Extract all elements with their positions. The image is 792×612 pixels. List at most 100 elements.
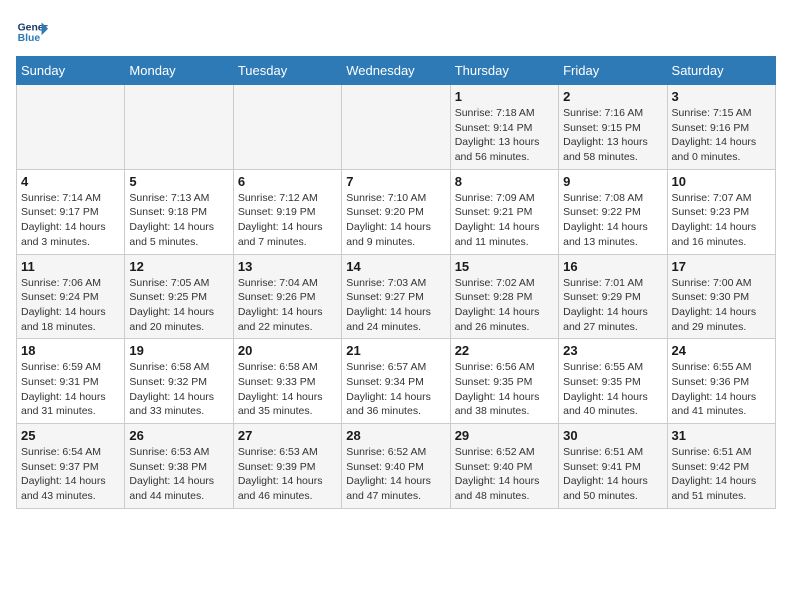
calendar-cell: 9 Sunrise: 7:08 AM Sunset: 9:22 PM Daylig…	[559, 169, 667, 254]
day-info: Sunrise: 6:55 AM Sunset: 9:36 PM Dayligh…	[672, 360, 771, 419]
day-info: Sunrise: 6:53 AM Sunset: 9:38 PM Dayligh…	[129, 445, 228, 504]
day-number: 21	[346, 343, 445, 358]
day-number: 1	[455, 89, 554, 104]
weekday-header: Friday	[559, 57, 667, 85]
day-number: 30	[563, 428, 662, 443]
calendar-cell: 12 Sunrise: 7:05 AM Sunset: 9:25 PM Dayli…	[125, 254, 233, 339]
day-number: 25	[21, 428, 120, 443]
calendar-cell: 3 Sunrise: 7:15 AM Sunset: 9:16 PM Daylig…	[667, 85, 775, 170]
weekday-header: Tuesday	[233, 57, 341, 85]
day-info: Sunrise: 7:09 AM Sunset: 9:21 PM Dayligh…	[455, 191, 554, 250]
weekday-header: Monday	[125, 57, 233, 85]
calendar-week-row: 18Sunrise: 6:59 AM Sunset: 9:31 PM Dayli…	[17, 339, 776, 424]
calendar-cell: 16Sunrise: 7:01 AM Sunset: 9:29 PM Dayli…	[559, 254, 667, 339]
calendar-week-row: 1Sunrise: 7:18 AM Sunset: 9:14 PM Daylig…	[17, 85, 776, 170]
day-info: Sunrise: 6:51 AM Sunset: 9:42 PM Dayligh…	[672, 445, 771, 504]
weekday-header-row: SundayMondayTuesdayWednesdayThursdayFrid…	[17, 57, 776, 85]
day-number: 14	[346, 259, 445, 274]
svg-text:Blue: Blue	[18, 33, 41, 44]
calendar-cell: 24 Sunrise: 6:55 AM Sunset: 9:36 PM Dayli…	[667, 339, 775, 424]
day-info: Sunrise: 6:55 AM Sunset: 9:35 PM Dayligh…	[563, 360, 662, 419]
day-info: Sunrise: 7:15 AM Sunset: 9:16 PM Dayligh…	[672, 106, 771, 165]
calendar-week-row: 25 Sunrise: 6:54 AM Sunset: 9:37 PM Dayli…	[17, 424, 776, 509]
calendar-cell: 28 Sunrise: 6:52 AM Sunset: 9:40 PM Dayli…	[342, 424, 450, 509]
calendar-cell: 11 Sunrise: 7:06 AM Sunset: 9:24 PM Dayli…	[17, 254, 125, 339]
day-info: Sunrise: 6:52 AM Sunset: 9:40 PM Dayligh…	[455, 445, 554, 504]
day-number: 13	[238, 259, 337, 274]
day-info: Sunrise: 6:54 AM Sunset: 9:37 PM Dayligh…	[21, 445, 120, 504]
calendar-cell	[17, 85, 125, 170]
day-info: Sunrise: 7:12 AM Sunset: 9:19 PM Dayligh…	[238, 191, 337, 250]
day-number: 10	[672, 174, 771, 189]
day-info: Sunrise: 7:16 AM Sunset: 9:15 PM Dayligh…	[563, 106, 662, 165]
day-info: Sunrise: 7:08 AM Sunset: 9:22 PM Dayligh…	[563, 191, 662, 250]
day-info: Sunrise: 7:04 AM Sunset: 9:26 PM Dayligh…	[238, 276, 337, 335]
day-number: 8	[455, 174, 554, 189]
day-number: 26	[129, 428, 228, 443]
calendar-cell: 7 Sunrise: 7:10 AM Sunset: 9:20 PM Daylig…	[342, 169, 450, 254]
day-number: 24	[672, 343, 771, 358]
day-info: Sunrise: 6:52 AM Sunset: 9:40 PM Dayligh…	[346, 445, 445, 504]
day-info: Sunrise: 7:06 AM Sunset: 9:24 PM Dayligh…	[21, 276, 120, 335]
day-info: Sunrise: 6:57 AM Sunset: 9:34 PM Dayligh…	[346, 360, 445, 419]
calendar-cell: 25 Sunrise: 6:54 AM Sunset: 9:37 PM Dayli…	[17, 424, 125, 509]
day-number: 28	[346, 428, 445, 443]
calendar-table: SundayMondayTuesdayWednesdayThursdayFrid…	[16, 56, 776, 509]
calendar-week-row: 4 Sunrise: 7:14 AM Sunset: 9:17 PM Daylig…	[17, 169, 776, 254]
day-number: 16	[563, 259, 662, 274]
calendar-cell: 14Sunrise: 7:03 AM Sunset: 9:27 PM Dayli…	[342, 254, 450, 339]
day-number: 5	[129, 174, 228, 189]
day-number: 6	[238, 174, 337, 189]
calendar-cell: 18Sunrise: 6:59 AM Sunset: 9:31 PM Dayli…	[17, 339, 125, 424]
weekday-header: Saturday	[667, 57, 775, 85]
day-info: Sunrise: 7:07 AM Sunset: 9:23 PM Dayligh…	[672, 191, 771, 250]
logo: General Blue	[16, 16, 48, 48]
day-number: 20	[238, 343, 337, 358]
calendar-header: SundayMondayTuesdayWednesdayThursdayFrid…	[17, 57, 776, 85]
calendar-cell: 31Sunrise: 6:51 AM Sunset: 9:42 PM Dayli…	[667, 424, 775, 509]
day-info: Sunrise: 6:58 AM Sunset: 9:33 PM Dayligh…	[238, 360, 337, 419]
day-number: 27	[238, 428, 337, 443]
day-number: 15	[455, 259, 554, 274]
day-info: Sunrise: 6:51 AM Sunset: 9:41 PM Dayligh…	[563, 445, 662, 504]
day-number: 18	[21, 343, 120, 358]
calendar-cell: 1Sunrise: 7:18 AM Sunset: 9:14 PM Daylig…	[450, 85, 558, 170]
calendar-cell	[342, 85, 450, 170]
calendar-cell: 22Sunrise: 6:56 AM Sunset: 9:35 PM Dayli…	[450, 339, 558, 424]
calendar-cell: 19 Sunrise: 6:58 AM Sunset: 9:32 PM Dayli…	[125, 339, 233, 424]
day-number: 12	[129, 259, 228, 274]
day-info: Sunrise: 7:10 AM Sunset: 9:20 PM Dayligh…	[346, 191, 445, 250]
day-info: Sunrise: 6:58 AM Sunset: 9:32 PM Dayligh…	[129, 360, 228, 419]
day-info: Sunrise: 7:13 AM Sunset: 9:18 PM Dayligh…	[129, 191, 228, 250]
calendar-cell: 27 Sunrise: 6:53 AM Sunset: 9:39 PM Dayli…	[233, 424, 341, 509]
day-info: Sunrise: 7:05 AM Sunset: 9:25 PM Dayligh…	[129, 276, 228, 335]
calendar-body: 1Sunrise: 7:18 AM Sunset: 9:14 PM Daylig…	[17, 85, 776, 509]
day-info: Sunrise: 7:00 AM Sunset: 9:30 PM Dayligh…	[672, 276, 771, 335]
day-number: 17	[672, 259, 771, 274]
calendar-cell: 2Sunrise: 7:16 AM Sunset: 9:15 PM Daylig…	[559, 85, 667, 170]
calendar-cell: 26 Sunrise: 6:53 AM Sunset: 9:38 PM Dayli…	[125, 424, 233, 509]
day-number: 9	[563, 174, 662, 189]
day-number: 4	[21, 174, 120, 189]
calendar-cell	[233, 85, 341, 170]
calendar-cell: 13 Sunrise: 7:04 AM Sunset: 9:26 PM Dayli…	[233, 254, 341, 339]
calendar-cell: 8 Sunrise: 7:09 AM Sunset: 9:21 PM Daylig…	[450, 169, 558, 254]
calendar-cell: 15Sunrise: 7:02 AM Sunset: 9:28 PM Dayli…	[450, 254, 558, 339]
day-number: 7	[346, 174, 445, 189]
calendar-cell: 10 Sunrise: 7:07 AM Sunset: 9:23 PM Dayli…	[667, 169, 775, 254]
calendar-week-row: 11 Sunrise: 7:06 AM Sunset: 9:24 PM Dayli…	[17, 254, 776, 339]
page-header: General Blue	[16, 16, 776, 48]
weekday-header: Wednesday	[342, 57, 450, 85]
calendar-cell	[125, 85, 233, 170]
calendar-cell: 30 Sunrise: 6:51 AM Sunset: 9:41 PM Dayli…	[559, 424, 667, 509]
day-number: 22	[455, 343, 554, 358]
calendar-cell: 17 Sunrise: 7:00 AM Sunset: 9:30 PM Dayli…	[667, 254, 775, 339]
day-number: 19	[129, 343, 228, 358]
day-info: Sunrise: 7:14 AM Sunset: 9:17 PM Dayligh…	[21, 191, 120, 250]
logo-icon: General Blue	[16, 16, 48, 48]
day-number: 11	[21, 259, 120, 274]
day-number: 3	[672, 89, 771, 104]
day-info: Sunrise: 6:53 AM Sunset: 9:39 PM Dayligh…	[238, 445, 337, 504]
calendar-cell: 5 Sunrise: 7:13 AM Sunset: 9:18 PM Daylig…	[125, 169, 233, 254]
calendar-cell: 6 Sunrise: 7:12 AM Sunset: 9:19 PM Daylig…	[233, 169, 341, 254]
